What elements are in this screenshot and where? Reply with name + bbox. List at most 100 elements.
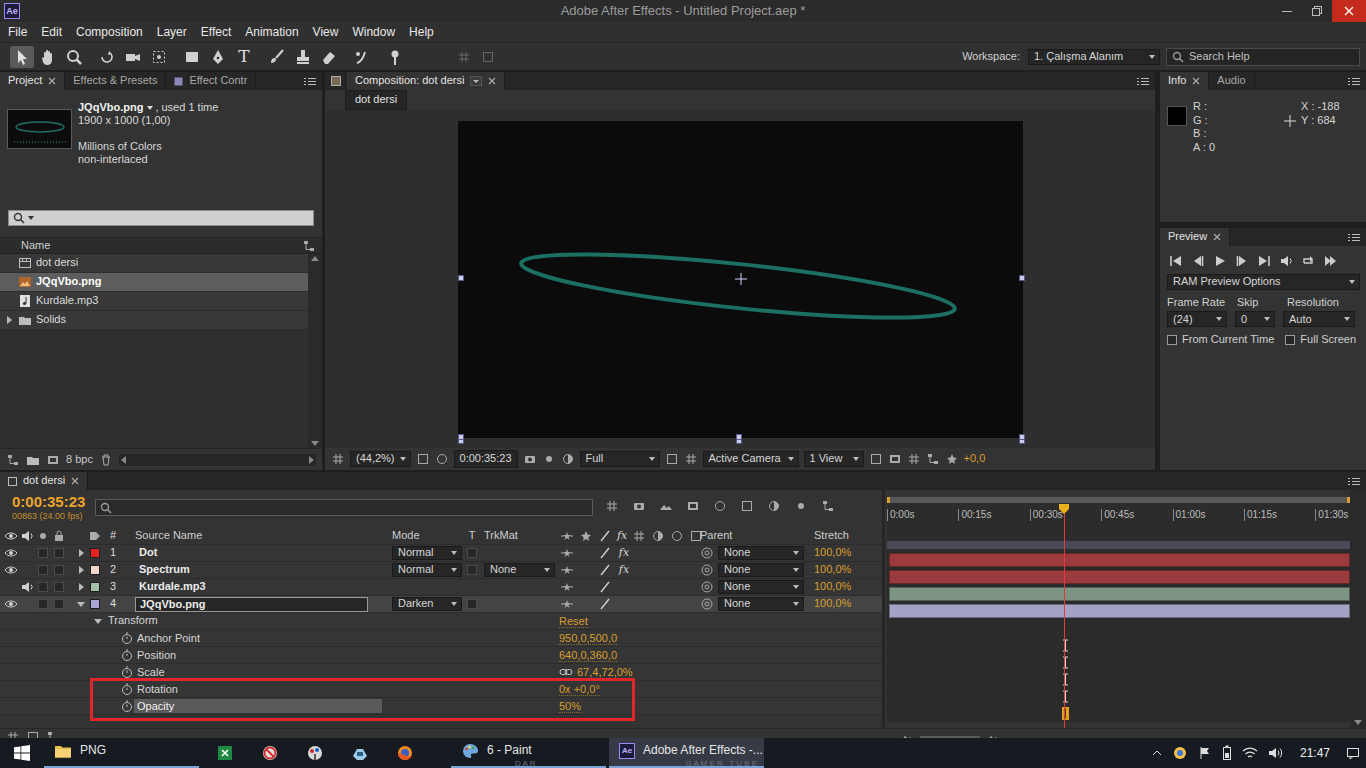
property-row[interactable]: Anchor Point950,0,500,0 (0, 630, 882, 647)
mask-visibility-icon[interactable] (435, 452, 449, 466)
stretch-value[interactable]: 100,0% (808, 597, 882, 610)
restore-button[interactable] (1302, 0, 1332, 22)
layer-duration-bar[interactable] (889, 587, 1350, 601)
circ-switch-icon[interactable] (713, 499, 727, 513)
pick-whip-icon[interactable] (700, 580, 714, 594)
flowchart-icon[interactable] (926, 452, 940, 466)
effects-switch[interactable]: fx (617, 546, 631, 559)
property-value[interactable]: 67,4,72,0% (577, 666, 633, 679)
new-composition-icon[interactable] (46, 453, 60, 467)
quality-icon[interactable] (598, 563, 612, 577)
battery-icon[interactable] (1222, 745, 1232, 761)
tool-button[interactable] (62, 46, 86, 68)
skip-dropdown[interactable]: 0 (1235, 311, 1275, 327)
stretch-value[interactable]: 100,0% (808, 580, 882, 593)
property-value[interactable]: 0x +0,0° (559, 683, 600, 696)
tool-button[interactable] (291, 46, 315, 68)
camera-dropdown[interactable]: Active Camera (703, 451, 799, 467)
frame-rate-dropdown[interactable]: (24) (1167, 311, 1227, 327)
vertical-scrollbar[interactable] (1350, 490, 1366, 728)
menu-item[interactable]: Help (402, 25, 441, 39)
transform-handle[interactable] (1019, 275, 1025, 281)
preserve-transparency-box[interactable] (467, 565, 477, 575)
always-preview-icon[interactable] (331, 452, 345, 466)
pick-whip-icon[interactable] (700, 546, 714, 560)
new-folder-icon[interactable] (26, 453, 40, 467)
video-switch[interactable] (4, 563, 18, 577)
menu-item[interactable]: Composition (69, 25, 150, 39)
timeline-icon[interactable] (907, 452, 921, 466)
stopwatch-icon[interactable] (120, 665, 134, 679)
transform-handle[interactable] (736, 434, 742, 440)
checkbox[interactable] (1167, 335, 1177, 345)
tool-button[interactable] (265, 46, 289, 68)
timecode[interactable]: 0:00:35:23 (12, 493, 95, 511)
interpret-footage-icon[interactable] (6, 453, 20, 467)
volume-icon[interactable] (1268, 746, 1284, 760)
delete-icon[interactable] (99, 453, 113, 467)
notifications-icon[interactable] (1346, 746, 1360, 760)
project-item[interactable]: Solids (0, 311, 308, 330)
exposure-value[interactable]: +0,0 (964, 452, 986, 465)
keyframe-icon[interactable] (1062, 707, 1069, 720)
pinned-app[interactable] (247, 738, 292, 768)
layer-duration-bar[interactable] (889, 553, 1350, 567)
property-value[interactable]: 640,0,360,0 (559, 649, 617, 662)
panel-menu-icon[interactable] (1348, 233, 1360, 242)
exposure-reset-icon[interactable] (945, 452, 959, 466)
layer-name[interactable]: Kurdale.mp3 (135, 580, 210, 593)
transparency-grid-icon[interactable] (684, 452, 698, 466)
close-icon[interactable] (1213, 233, 1221, 241)
quality-icon[interactable] (598, 546, 612, 560)
item-menu-icon[interactable] (147, 106, 153, 110)
sq-switch-icon[interactable] (740, 499, 754, 513)
mute-audio-icon[interactable] (1279, 254, 1293, 268)
quality-icon[interactable] (598, 597, 612, 611)
tool-button[interactable] (121, 46, 145, 68)
video-switch[interactable] (4, 597, 18, 611)
tool-button[interactable] (10, 46, 34, 68)
stretch-value[interactable]: 100,0% (808, 546, 882, 559)
project-search-field[interactable] (8, 210, 314, 226)
channel-icon[interactable] (561, 452, 575, 466)
layer-row[interactable]: 1DotNormalfxNone100,0% (0, 545, 882, 562)
menu-item[interactable]: Layer (150, 25, 194, 39)
layer-name[interactable]: Spectrum (135, 563, 194, 576)
audio-switch[interactable] (20, 597, 34, 611)
panel-menu-icon[interactable] (1348, 477, 1360, 486)
blend-mode-dropdown[interactable]: Normal (392, 546, 462, 560)
panel-menu-icon[interactable] (304, 77, 316, 86)
audio-switch[interactable] (20, 563, 34, 577)
search-help-input[interactable] (1189, 50, 1359, 63)
checkbox-option[interactable]: From Current Time (1167, 333, 1274, 346)
expand-toggle[interactable] (94, 619, 102, 624)
layer-name[interactable]: Dot (135, 546, 161, 559)
shy-icon[interactable] (560, 580, 574, 594)
magnification-dropdown[interactable]: (44,2%) (350, 451, 411, 467)
last-frame-icon[interactable] (1257, 254, 1271, 268)
fast-preview-icon[interactable] (888, 452, 902, 466)
film-switch-icon[interactable] (686, 499, 700, 513)
tool-button[interactable] (317, 46, 341, 68)
resolution-dropdown[interactable]: Auto (1283, 311, 1355, 327)
property-row[interactable]: Scale67,4,72,0% (0, 664, 882, 681)
transform-handle[interactable] (458, 275, 464, 281)
layer-row[interactable]: 4JQqVbo.pngDarkenNone100,0% (0, 596, 882, 613)
tool-button[interactable] (180, 46, 204, 68)
panel-tab[interactable]: Audio (1209, 72, 1254, 90)
taskbar-button[interactable]: 6 - Paint (451, 738, 606, 768)
close-icon[interactable] (48, 77, 56, 85)
property-value[interactable]: 950,0,500,0 (559, 632, 617, 645)
panel-tab[interactable]: Effect Contr (166, 72, 256, 90)
constrain-proportions-icon[interactable] (559, 665, 573, 679)
ram-preview-icon[interactable] (1323, 254, 1337, 268)
show-hidden-icons-icon[interactable] (1152, 750, 1162, 756)
parent-dropdown[interactable]: None (718, 597, 804, 611)
taskbar-button[interactable]: PNG (44, 738, 199, 768)
quality-icon[interactable] (598, 580, 612, 594)
vertical-scrollbar[interactable] (308, 254, 322, 448)
pinned-app[interactable] (202, 738, 247, 768)
first-frame-icon[interactable] (1169, 254, 1183, 268)
workspace-dropdown[interactable]: 1. Çalışma Alanım (1028, 49, 1160, 65)
composition-breadcrumb[interactable]: dot dersi (345, 90, 407, 109)
